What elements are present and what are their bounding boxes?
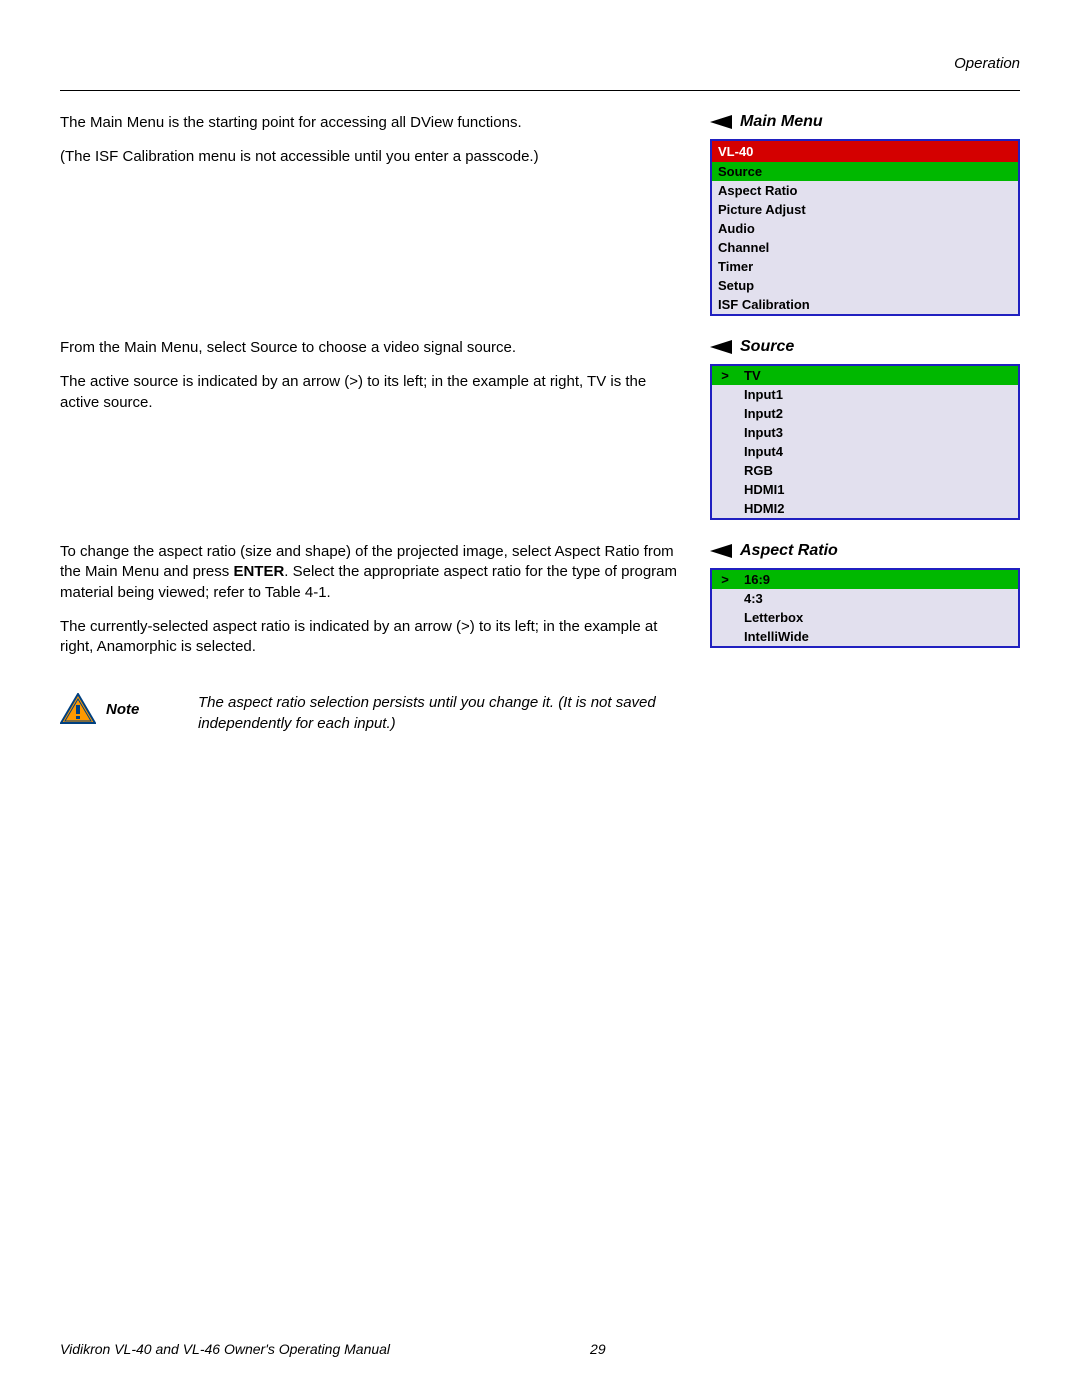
header-rule <box>60 90 1020 91</box>
menu-item-label: TV <box>738 366 1018 385</box>
menu-item-label: Letterbox <box>738 608 1018 627</box>
aspect-box: >16:94:3LetterboxIntelliWide <box>710 568 1020 648</box>
menu-item: Input4 <box>712 442 1018 461</box>
triangle-left-icon <box>710 115 732 129</box>
mainmenu-box: VL-40 SourceAspect RatioPicture AdjustAu… <box>710 139 1020 316</box>
arrow-indicator <box>712 499 738 518</box>
aspect-heading-text: Aspect Ratio <box>740 542 838 560</box>
mainmenu-item: Source <box>712 162 1018 181</box>
footer-page: 29 <box>590 1341 606 1357</box>
mainmenu-item: Picture Adjust <box>712 200 1018 219</box>
menu-item-label: Input1 <box>738 385 1018 404</box>
arrow-indicator <box>712 442 738 461</box>
menu-item-label: 16:9 <box>738 570 1018 589</box>
arrow-indicator <box>712 589 738 608</box>
source-para1: From the Main Menu, select Source to cho… <box>60 338 685 358</box>
menu-item-label: Input3 <box>738 423 1018 442</box>
mainmenu-para2: (The ISF Calibration menu is not accessi… <box>60 147 685 167</box>
menu-item: Input1 <box>712 385 1018 404</box>
menu-item: Input2 <box>712 404 1018 423</box>
mainmenu-heading-text: Main Menu <box>740 113 823 131</box>
mainmenu-item: Setup <box>712 276 1018 295</box>
note-row: Note The aspect ratio selection persists… <box>60 693 1020 734</box>
arrow-indicator <box>712 608 738 627</box>
mainmenu-item: Channel <box>712 238 1018 257</box>
menu-item: Input3 <box>712 423 1018 442</box>
menu-item: HDMI1 <box>712 480 1018 499</box>
source-para2: The active source is indicated by an arr… <box>60 372 685 413</box>
mainmenu-item: Audio <box>712 219 1018 238</box>
arrow-indicator <box>712 423 738 442</box>
menu-item-label: IntelliWide <box>738 627 1018 646</box>
menu-item-label: Input2 <box>738 404 1018 423</box>
source-box: >TVInput1Input2Input3Input4RGBHDMI1HDMI2 <box>710 364 1020 520</box>
aspect-para1-bold: ENTER <box>233 563 284 580</box>
mainmenu-item: ISF Calibration <box>712 295 1018 314</box>
aspect-para2: The currently-selected aspect ratio is i… <box>60 617 685 658</box>
mainmenu-title: VL-40 <box>712 141 1018 162</box>
menu-item: >TV <box>712 366 1018 385</box>
note-text: The aspect ratio selection persists unti… <box>198 693 700 734</box>
source-heading: Source <box>710 338 1020 356</box>
menu-item: RGB <box>712 461 1018 480</box>
menu-item-label: 4:3 <box>738 589 1018 608</box>
arrow-indicator <box>712 480 738 499</box>
menu-item-label: RGB <box>738 461 1018 480</box>
warning-icon <box>60 693 96 725</box>
triangle-left-icon <box>710 544 732 558</box>
arrow-indicator <box>712 461 738 480</box>
arrow-indicator: > <box>712 570 738 589</box>
aspect-heading: Aspect Ratio <box>710 542 1020 560</box>
menu-item-label: HDMI1 <box>738 480 1018 499</box>
menu-item: >16:9 <box>712 570 1018 589</box>
menu-item: IntelliWide <box>712 627 1018 646</box>
menu-item: Letterbox <box>712 608 1018 627</box>
arrow-indicator <box>712 627 738 646</box>
arrow-indicator <box>712 404 738 423</box>
source-heading-text: Source <box>740 338 794 356</box>
menu-item: 4:3 <box>712 589 1018 608</box>
header-section: Operation <box>60 55 1020 72</box>
mainmenu-item: Aspect Ratio <box>712 181 1018 200</box>
note-label: Note <box>106 701 139 718</box>
mainmenu-para1: The Main Menu is the starting point for … <box>60 113 685 133</box>
arrow-indicator: > <box>712 366 738 385</box>
aspect-para1: To change the aspect ratio (size and sha… <box>60 542 685 603</box>
mainmenu-heading: Main Menu <box>710 113 1020 131</box>
menu-item-label: HDMI2 <box>738 499 1018 518</box>
mainmenu-item: Timer <box>712 257 1018 276</box>
triangle-left-icon <box>710 340 732 354</box>
menu-item: HDMI2 <box>712 499 1018 518</box>
menu-item-label: Input4 <box>738 442 1018 461</box>
arrow-indicator <box>712 385 738 404</box>
footer-title: Vidikron VL-40 and VL-46 Owner's Operati… <box>60 1341 390 1357</box>
footer: Vidikron VL-40 and VL-46 Owner's Operati… <box>60 1341 1020 1357</box>
